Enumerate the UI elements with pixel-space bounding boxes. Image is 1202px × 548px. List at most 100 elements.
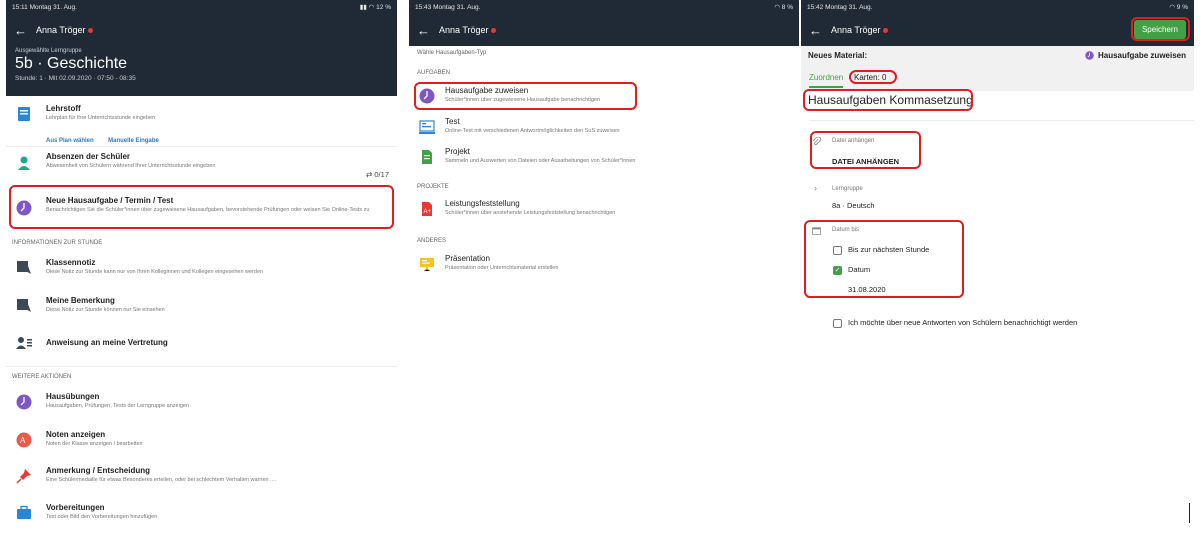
highlight-box [810,131,921,169]
list-item-absenzen[interactable]: Absenzen der Schüler Abwesenheit von Sch… [6,152,397,182]
list-item-presentation[interactable]: Präsentation Präsentation oder Unterrich… [409,254,799,278]
list-item-assessment[interactable]: A+ Leistungsfeststellung Schüler*innen ü… [409,199,799,223]
clock-icon [16,394,32,410]
list-item-vorbereitungen[interactable]: Vorbereitungen Text oder Bild den Vorber… [6,503,397,533]
user-name: Anna Tröger [36,25,86,35]
item-desc: Präsentation oder Unterrichtsmaterial er… [445,265,559,271]
user-name: Anna Tröger [439,25,489,35]
back-arrow-icon[interactable]: ← [417,23,430,38]
status-date: Montag 31. Aug. [29,3,77,11]
nav-bar: ← Anna Tröger [6,14,397,46]
item-desc: Schüler*innen über anstehende Leistungsf… [445,210,616,216]
list-item-hausuebungen[interactable]: Hausübungen Hausaufgaben, Prüfungen, Tes… [6,392,397,422]
list-item-vertretung[interactable]: Anweisung an meine Vertretung [6,335,397,355]
back-arrow-icon[interactable]: ← [14,23,27,38]
item-desc: Online-Test mit verschiedenen Antwortmög… [445,128,620,134]
checkbox-icon[interactable] [833,318,842,328]
wifi-icon: ◠ [1169,4,1177,11]
status-bar: 15:11 Montag 31. Aug. ▮▮ ◠ 12 % [6,0,397,14]
item-title: Meine Bemerkung [46,296,115,305]
item-desc: Lehrplan für Ihre Unterrichtsstunde eing… [46,115,156,121]
user-name: Anna Tröger [831,25,881,35]
group-value[interactable]: 8a · Deutsch [832,201,875,210]
list-item-meine-bemerkung[interactable]: Meine Bemerkung Diese Notiz zur Stunde k… [6,296,397,326]
manual-entry-link[interactable]: Manuelle Eingabe [108,138,159,144]
item-title: Leistungsfeststellung [445,199,520,208]
item-title: Test [445,117,460,126]
status-bar: 15:42 Montag 31. Aug. ◠ 9 % [801,0,1194,14]
notify-option[interactable]: Ich möchte über neue Antworten von Schül… [833,318,1077,328]
notification-dot [490,27,496,33]
item-title: Lehrstoff [46,104,81,113]
status-battery: 12 % [376,3,391,11]
chevron-right-icon: › [814,183,817,193]
item-desc: Abwesenheit von Schülern während Ihrer U… [46,163,216,169]
highlight-box [804,220,964,298]
item-desc: Eine Schülermedaille für etwas Besondere… [46,477,277,483]
svg-text:A+: A+ [424,209,432,215]
notification-dot [87,27,93,33]
pin-icon [16,469,31,484]
note-icon [17,261,31,274]
page-header: Wähle Hausaufgaben-Typ [417,50,487,56]
item-desc: Text oder Bild den Vorbereitungen hinzuf… [46,514,158,520]
item-title: Noten anzeigen [46,430,106,439]
list-item-noten[interactable]: A Noten anzeigen Noten der Klasse anzeig… [6,430,397,460]
item-title: Anweisung an meine Vertretung [46,338,168,347]
item-desc: Sammeln und Auswerten von Dateien oder A… [445,158,636,164]
list-item-test[interactable]: Test Online-Test mit verschiedenen Antwo… [409,117,799,141]
briefcase-icon [17,505,31,519]
document-icon [422,150,432,164]
item-desc: Hausaufgaben, Prüfungen, Tests der Lerng… [46,403,190,409]
panel-homework-type: 15:43 Montag 31. Aug. ◠ 8 % ← Anna Tröge… [409,0,799,548]
grades-icon: A [16,432,32,448]
wifi-icon: ▮▮ ◠ [359,4,377,11]
highlight-box [849,70,897,84]
lesson-subtitle: Ausgewählte Lerngruppe [15,48,82,54]
status-date: Montag 31. Aug. [433,3,481,11]
absence-count: ⇄ 0/17 [366,170,389,179]
group-label: Lerngruppe [832,186,863,192]
list-item-project[interactable]: Projekt Sammeln und Auswerten von Dateie… [409,147,799,171]
highlight-box [9,185,394,229]
section-other-header: Anderes [417,238,447,244]
note-icon [17,299,31,312]
panel-lesson-overview: 15:11 Montag 31. Aug. ▮▮ ◠ 12 % ← Anna T… [6,0,397,548]
status-date: Montag 31. Aug. [825,3,873,11]
item-title: Hausübungen [46,392,100,401]
svg-text:A: A [20,436,26,445]
item-title: Projekt [445,147,470,156]
list-item-klassennotiz[interactable]: Klassennotiz Diese Notiz zur Stunde kann… [6,258,397,288]
status-battery: 9 % [1176,3,1188,11]
section-tasks-header: Aufgaben [417,70,451,76]
section-projects-header: Projekte [417,184,449,190]
from-plan-link[interactable]: Aus Plan wählen [46,138,94,144]
item-title: Absenzen der Schüler [46,152,131,161]
item-title: Klassennotiz [46,258,96,267]
lesson-title: 5b · Geschichte [15,55,128,72]
item-desc: Noten der Klasse anzeigen / bearbeiten [46,441,143,447]
scroll-indicator [1189,503,1190,523]
presentation-icon [420,258,434,272]
person-list-icon [16,337,32,349]
tab-assign[interactable]: Zuordnen [809,73,844,88]
test-icon [419,120,435,134]
status-time: 15:11 [12,3,28,11]
panel-new-material: 15:42 Montag 31. Aug. ◠ 9 % ← Anna Tröge… [801,0,1194,548]
nav-bar: ← Anna Tröger [409,14,799,46]
list-item-anmerkung[interactable]: Anmerkung / Entscheidung Eine Schülermed… [6,466,397,496]
lesson-header: Ausgewählte Lerngruppe 5b · Geschichte S… [6,46,397,96]
item-title: Vorbereitungen [46,503,105,512]
back-arrow-icon[interactable]: ← [809,23,822,38]
wifi-icon: ◠ [774,4,782,11]
item-desc: Diese Notiz zur Stunde kann nur von Ihre… [46,269,264,275]
material-label: Neues Material: [808,51,868,60]
status-bar: 15:43 Montag 31. Aug. ◠ 8 % [409,0,799,14]
lesson-meta: Stunde: 1 · Mit 02.09.2020 · 07:50 - 08:… [15,75,136,82]
list-item-lehrstoff[interactable]: Lehrstoff Lehrplan für Ihre Unterrichtss… [6,104,397,144]
person-icon [18,156,30,170]
section-more-header: Weitere Aktionen [12,374,72,380]
grade-document-icon: A+ [422,202,432,216]
material-header: Neues Material: Hausaufgabe zuweisen Zuo… [801,46,1194,91]
status-time: 15:42 [807,3,824,11]
